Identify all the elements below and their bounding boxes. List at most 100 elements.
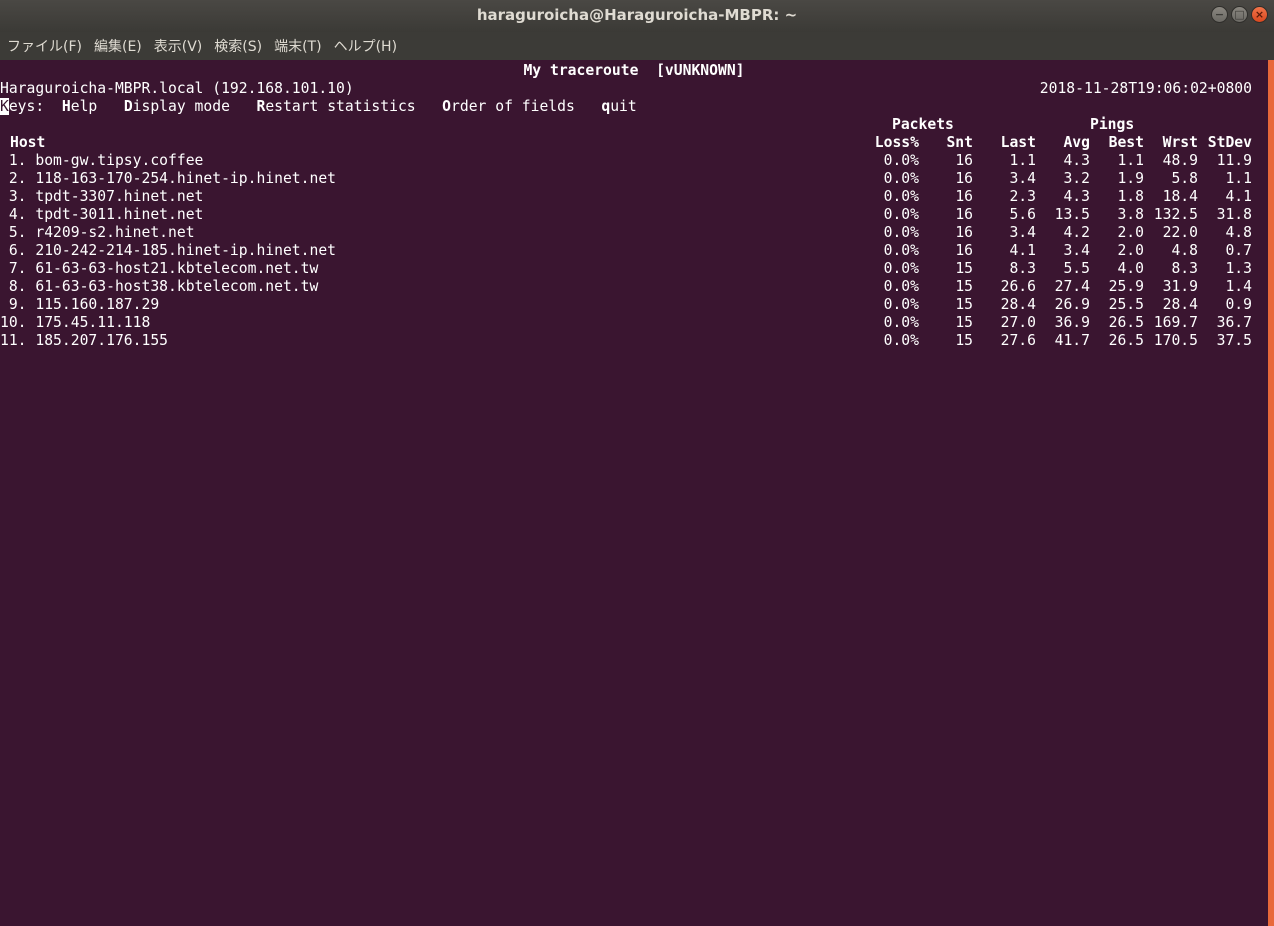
menubar: ファイル(F) 編集(E) 表示(V) 検索(S) 端末(T) ヘルプ(H) [0, 32, 1274, 60]
maximize-button[interactable]: □ [1231, 6, 1248, 23]
cell-avg: 4.2 [1063, 224, 1090, 241]
hop-hostname: tpdt-3307.hinet.net [35, 188, 204, 205]
cell-wrst: 132.5 [1153, 206, 1198, 223]
cell-best: 1.8 [1117, 188, 1144, 205]
cell-snt: 16 [955, 242, 973, 259]
menu-view[interactable]: 表示(V) [154, 36, 203, 56]
hop-number: 9. [0, 296, 27, 313]
cell-snt: 15 [955, 278, 973, 295]
cell-avg: 3.4 [1063, 242, 1090, 259]
hop-host: 10. 175.45.11.118 [0, 314, 150, 332]
cell-stdev: 37.5 [1216, 332, 1252, 349]
table-row: 11. 185.207.176.155 0.0% 15 27.6 41.7 26.5 170… [0, 332, 1268, 350]
menu-help[interactable]: ヘルプ(H) [334, 36, 397, 56]
cell-last: 5.6 [1009, 206, 1036, 223]
hop-hostname: r4209-s2.hinet.net [35, 224, 195, 241]
cell-snt: 16 [955, 188, 973, 205]
key-help: H [61, 98, 71, 115]
cell-avg: 4.3 [1063, 188, 1090, 205]
cell-loss: 0.0% [883, 206, 919, 223]
hop-number: 7. [0, 260, 27, 277]
cell-stdev: 31.8 [1216, 206, 1252, 223]
col-loss: Loss% [874, 134, 919, 151]
cell-last: 27.6 [1000, 332, 1036, 349]
cell-snt: 16 [955, 152, 973, 169]
col-avg: Avg [1063, 134, 1090, 151]
menu-search[interactable]: 検索(S) [214, 36, 262, 56]
hop-number: 10. [0, 314, 27, 331]
cell-stdev: 0.9 [1225, 296, 1252, 313]
key-help-label: elp [70, 98, 98, 115]
cell-wrst: 5.8 [1171, 170, 1198, 187]
cell-best: 2.0 [1117, 224, 1144, 241]
key-restart: R [256, 98, 266, 115]
window-titlebar[interactable]: haraguroicha@Haraguroicha-MBPR: ~ − □ × [0, 0, 1274, 32]
cell-last: 3.4 [1009, 224, 1036, 241]
cell-avg: 5.5 [1063, 260, 1090, 277]
menu-terminal[interactable]: 端末(T) [274, 36, 321, 56]
hop-number: 5. [0, 224, 27, 241]
cell-snt: 15 [955, 314, 973, 331]
cell-loss: 0.0% [883, 278, 919, 295]
table-row: 3. tpdt-3307.hinet.net 0.0% 16 2.3 4.3 1.8 18.… [0, 188, 1268, 206]
hop-host: 8. 61-63-63-host38.kbtelecom.net.tw [0, 278, 319, 296]
hop-number: 1. [0, 152, 27, 169]
table-row: 8. 61-63-63-host38.kbtelecom.net.tw 0.0% 1… [0, 278, 1268, 296]
close-button[interactable]: × [1251, 6, 1268, 23]
key-restart-label: estart statistics [265, 98, 416, 115]
hop-host: 4. tpdt-3011.hinet.net [0, 206, 204, 224]
cell-avg: 13.5 [1054, 206, 1090, 223]
table-row: 5. r4209-s2.hinet.net 0.0% 16 3.4 4.2 2.0 22.0… [0, 224, 1268, 242]
cell-avg: 36.9 [1054, 314, 1090, 331]
cell-loss: 0.0% [883, 260, 919, 277]
table-row: 1. bom-gw.tipsy.coffee 0.0% 16 1.1 4.3 1.1 48.… [0, 152, 1268, 170]
cell-wrst: 18.4 [1162, 188, 1198, 205]
cell-loss: 0.0% [883, 242, 919, 259]
menu-edit[interactable]: 編集(E) [94, 36, 142, 56]
cell-snt: 16 [955, 224, 973, 241]
column-header-row: Host Loss% Snt Last Avg Best Wrst StDev [0, 134, 1268, 152]
keys-line: Keys: Help Display mode Restart statisti… [0, 98, 637, 116]
cell-last: 3.4 [1009, 170, 1036, 187]
cell-best: 1.1 [1117, 152, 1144, 169]
cell-stdev: 36.7 [1216, 314, 1252, 331]
menu-file[interactable]: ファイル(F) [7, 36, 82, 56]
cell-last: 2.3 [1009, 188, 1036, 205]
window-controls: − □ × [1211, 6, 1268, 26]
cell-wrst: 4.8 [1171, 242, 1198, 259]
hop-number: 6. [0, 242, 27, 259]
cell-wrst: 8.3 [1171, 260, 1198, 277]
terminal-area[interactable]: My traceroute [vUNKNOWN] Haraguroicha-MB… [0, 60, 1268, 926]
cell-stdev: 11.9 [1216, 152, 1252, 169]
cell-loss: 0.0% [883, 332, 919, 349]
cell-snt: 15 [955, 332, 973, 349]
hop-host: 7. 61-63-63-host21.kbtelecom.net.tw [0, 260, 319, 278]
cell-snt: 16 [955, 206, 973, 223]
hop-number: 2. [0, 170, 27, 187]
hop-hostname: 210-242-214-185.hinet-ip.hinet.net [35, 242, 337, 259]
cell-best: 25.5 [1108, 296, 1144, 313]
cell-best: 25.9 [1108, 278, 1144, 295]
col-best: Best [1108, 134, 1144, 151]
col-host: Host [10, 134, 46, 151]
cell-avg: 41.7 [1054, 332, 1090, 349]
keys-label: eys: [8, 98, 45, 115]
cell-wrst: 169.7 [1153, 314, 1198, 331]
cell-last: 27.0 [1000, 314, 1036, 331]
cell-loss: 0.0% [883, 188, 919, 205]
table-row: 7. 61-63-63-host21.kbtelecom.net.tw 0.0% 1… [0, 260, 1268, 278]
mtr-title: My traceroute [vUNKNOWN] [523, 62, 745, 79]
cell-wrst: 28.4 [1162, 296, 1198, 313]
table-row: 2. 118-163-170-254.hinet-ip.hinet.net 0.0… [0, 170, 1268, 188]
cell-wrst: 170.5 [1153, 332, 1198, 349]
terminal-scrollbar[interactable] [1268, 60, 1274, 926]
hop-hostname: 61-63-63-host38.kbtelecom.net.tw [35, 278, 319, 295]
cell-wrst: 22.0 [1162, 224, 1198, 241]
cell-stdev: 4.1 [1225, 188, 1252, 205]
table-row: 10. 175.45.11.118 0.0% 15 27.0 36.9 26.5 169.7… [0, 314, 1268, 332]
minimize-button[interactable]: − [1211, 6, 1228, 23]
cell-best: 3.8 [1117, 206, 1144, 223]
cell-snt: 16 [955, 170, 973, 187]
cell-best: 1.9 [1117, 170, 1144, 187]
table-row: 6. 210-242-214-185.hinet-ip.hinet.net 0.0… [0, 242, 1268, 260]
